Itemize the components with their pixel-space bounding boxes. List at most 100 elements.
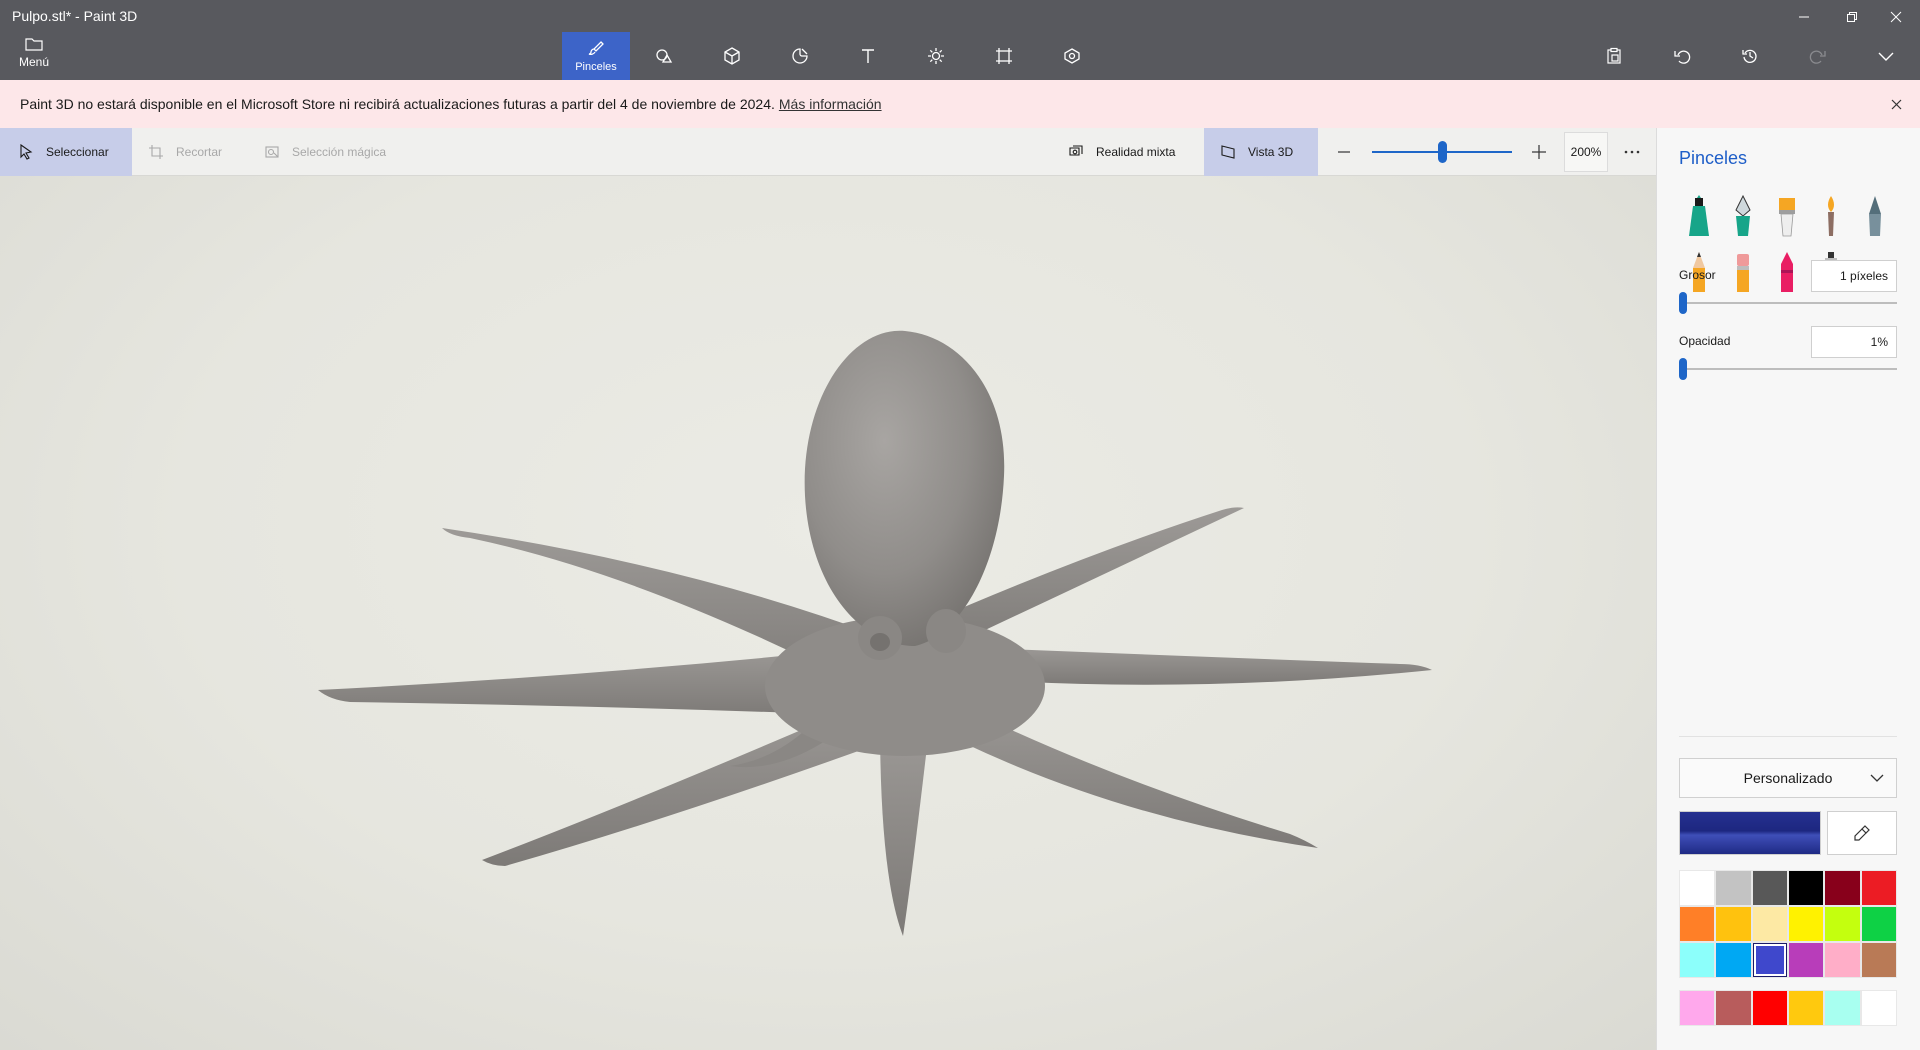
tool-effects[interactable] bbox=[902, 32, 970, 80]
plus-icon bbox=[1532, 145, 1546, 159]
tool-text[interactable] bbox=[834, 32, 902, 80]
sticker-icon bbox=[792, 48, 808, 64]
notice-close-button[interactable] bbox=[1886, 94, 1906, 114]
tool-canvas[interactable] bbox=[970, 32, 1038, 80]
color-swatch[interactable] bbox=[1715, 942, 1752, 978]
custom-color-swatch[interactable] bbox=[1787, 990, 1825, 1026]
thickness-slider-track[interactable] bbox=[1679, 302, 1897, 304]
brush-icon bbox=[588, 41, 604, 56]
brush-oil[interactable] bbox=[1765, 188, 1809, 244]
zoom-in-button[interactable] bbox=[1528, 142, 1550, 162]
calligraphy-pen-icon bbox=[1735, 194, 1751, 236]
eyedropper-button[interactable] bbox=[1827, 811, 1897, 855]
color-swatch[interactable] bbox=[1787, 942, 1825, 978]
tool-3d-library[interactable] bbox=[1038, 32, 1106, 80]
more-info-link[interactable]: Más información bbox=[779, 96, 882, 112]
folder-icon bbox=[25, 38, 43, 51]
tool-pinceles[interactable]: Pinceles bbox=[562, 32, 630, 80]
color-swatch[interactable] bbox=[1860, 942, 1897, 978]
crayon-icon bbox=[1781, 252, 1793, 292]
history-button[interactable] bbox=[1716, 36, 1784, 76]
close-icon bbox=[1890, 11, 1902, 23]
restore-icon bbox=[1847, 12, 1857, 22]
window-title: Pulpo.stl* - Paint 3D bbox=[12, 8, 138, 24]
menu-button[interactable]: Menú bbox=[14, 36, 54, 76]
eraser-icon bbox=[1737, 254, 1749, 292]
custom-color-swatch[interactable] bbox=[1824, 990, 1861, 1026]
zoom-level[interactable]: 200% bbox=[1564, 132, 1608, 172]
select-button[interactable]: Seleccionar bbox=[0, 128, 132, 176]
brush-calligraphy[interactable] bbox=[1721, 188, 1765, 244]
brush-watercolor[interactable] bbox=[1809, 188, 1853, 244]
crop-icon bbox=[149, 145, 163, 159]
redo-icon bbox=[1809, 50, 1826, 64]
opacity-slider-thumb[interactable] bbox=[1679, 358, 1687, 380]
more-options-button[interactable] bbox=[1614, 138, 1650, 166]
color-swatch[interactable] bbox=[1787, 906, 1825, 942]
restore-button[interactable] bbox=[1832, 4, 1872, 30]
tool-3d-shapes[interactable] bbox=[698, 32, 766, 80]
thickness-slider-thumb[interactable] bbox=[1679, 292, 1687, 314]
color-swatch[interactable] bbox=[1751, 906, 1788, 942]
menu-label: Menú bbox=[18, 55, 50, 69]
view-3d-button[interactable]: Vista 3D bbox=[1204, 128, 1318, 176]
crop-button[interactable]: Recortar bbox=[148, 128, 222, 176]
zoom-out-button[interactable] bbox=[1334, 142, 1354, 162]
main-toolbar: Pinceles bbox=[562, 32, 1106, 80]
custom-color-swatch[interactable] bbox=[1860, 990, 1897, 1026]
minimize-button[interactable] bbox=[1784, 4, 1824, 30]
eyedropper-icon bbox=[1854, 825, 1870, 841]
minus-icon bbox=[1338, 151, 1350, 153]
color-swatch[interactable] bbox=[1751, 870, 1788, 906]
custom-color-swatch[interactable] bbox=[1679, 990, 1716, 1026]
minimize-icon bbox=[1799, 16, 1809, 18]
brush-eraser[interactable] bbox=[1721, 244, 1765, 300]
watercolor-icon bbox=[1828, 196, 1834, 236]
color-swatch[interactable] bbox=[1679, 870, 1716, 906]
canvas-3d[interactable] bbox=[0, 176, 1656, 1050]
opacity-slider-track[interactable] bbox=[1679, 368, 1897, 370]
tool-2d-shapes[interactable] bbox=[630, 32, 698, 80]
color-swatch[interactable] bbox=[1860, 906, 1897, 942]
color-swatch[interactable] bbox=[1715, 906, 1752, 942]
undo-button[interactable] bbox=[1648, 36, 1716, 76]
color-swatch[interactable] bbox=[1679, 942, 1716, 978]
color-swatch[interactable] bbox=[1860, 870, 1897, 906]
more-icon bbox=[1624, 150, 1640, 154]
color-swatch[interactable] bbox=[1679, 906, 1716, 942]
thickness-input[interactable]: 1 píxeles bbox=[1811, 260, 1897, 292]
brush-crayon[interactable] bbox=[1765, 244, 1809, 300]
custom-color-swatch[interactable] bbox=[1751, 990, 1788, 1026]
close-button[interactable] bbox=[1876, 4, 1916, 30]
magic-select-label: Selección mágica bbox=[292, 145, 387, 159]
library-3d-icon bbox=[1064, 48, 1080, 64]
chevron-down-icon bbox=[1870, 774, 1884, 782]
thickness-label: Grosor bbox=[1679, 268, 1716, 282]
color-swatch[interactable] bbox=[1824, 870, 1861, 906]
brush-pixel-pen[interactable] bbox=[1853, 188, 1897, 244]
opacity-input[interactable]: 1% bbox=[1811, 326, 1897, 358]
color-swatch[interactable] bbox=[1824, 942, 1861, 978]
color-swatch[interactable] bbox=[1751, 942, 1788, 978]
mixed-reality-button[interactable]: Realidad mixta bbox=[1068, 128, 1175, 176]
octopus-3d-model[interactable] bbox=[0, 176, 1656, 1050]
zoom-slider-thumb[interactable] bbox=[1437, 141, 1447, 163]
brush-marker[interactable] bbox=[1677, 188, 1721, 244]
paste-icon bbox=[1607, 47, 1621, 64]
opacity-label: Opacidad bbox=[1679, 334, 1731, 348]
paste-button[interactable] bbox=[1580, 36, 1648, 76]
color-swatch[interactable] bbox=[1715, 870, 1752, 906]
current-color-swatch[interactable] bbox=[1679, 811, 1821, 855]
cube-icon bbox=[724, 47, 740, 65]
magic-select-button[interactable]: Selección mágica bbox=[264, 128, 386, 176]
color-swatch[interactable] bbox=[1824, 906, 1861, 942]
color-swatch[interactable] bbox=[1787, 870, 1825, 906]
tool-stickers[interactable] bbox=[766, 32, 834, 80]
expand-button[interactable] bbox=[1852, 36, 1920, 76]
custom-color-swatch[interactable] bbox=[1715, 990, 1752, 1026]
redo-button[interactable] bbox=[1784, 36, 1852, 76]
right-toolbar bbox=[1580, 36, 1920, 76]
palette-dropdown[interactable]: Personalizado bbox=[1679, 758, 1897, 798]
magic-select-icon bbox=[265, 146, 279, 158]
crop-label: Recortar bbox=[176, 145, 223, 159]
